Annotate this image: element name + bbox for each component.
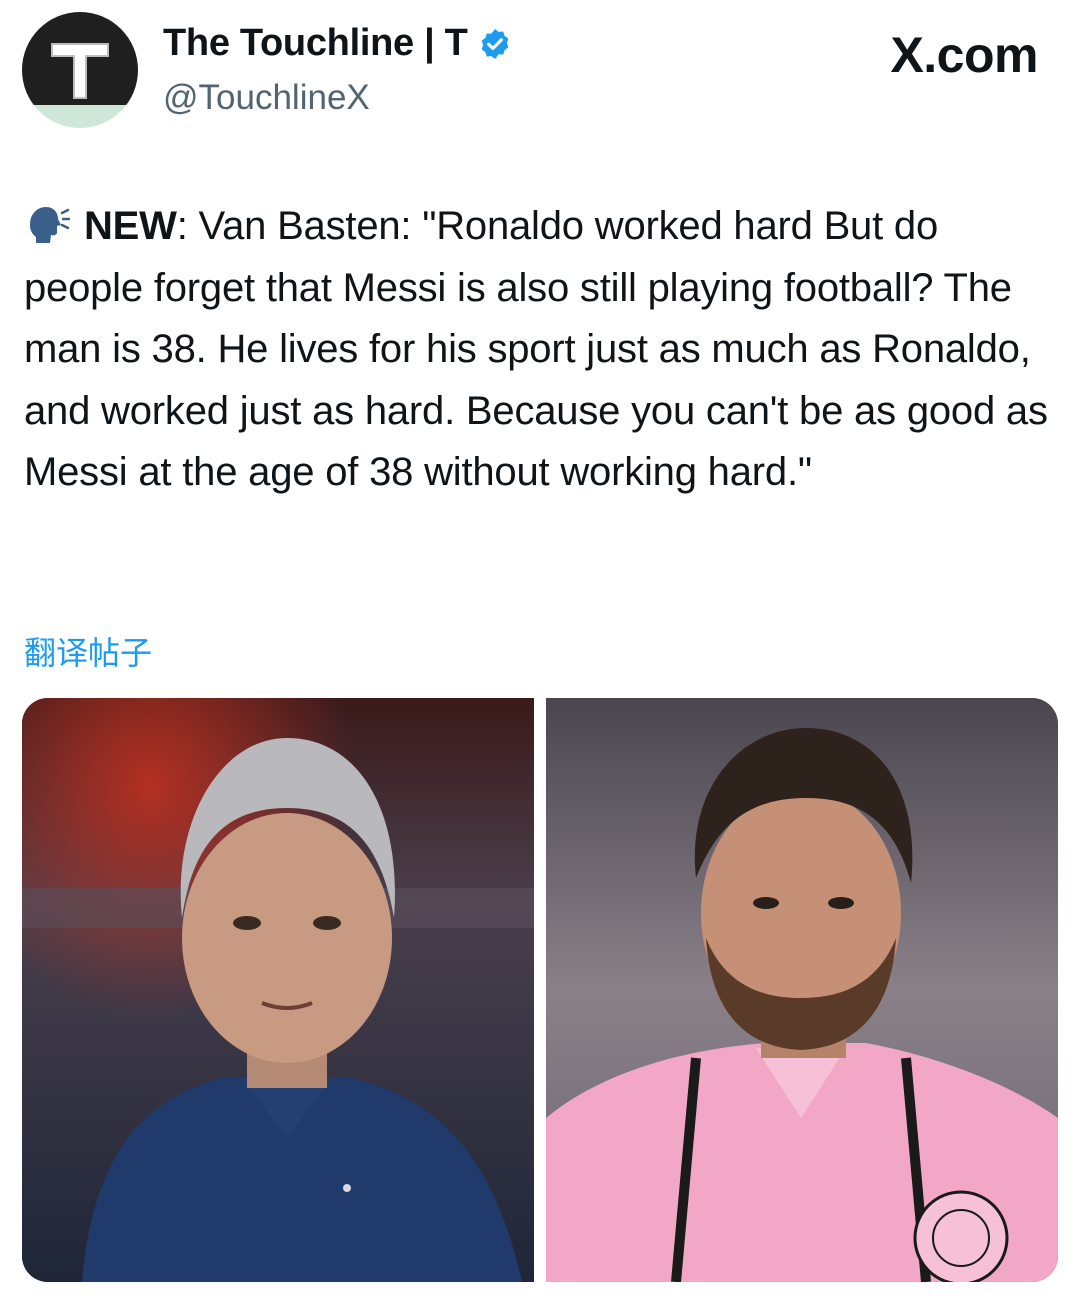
author-handle[interactable]: @TouchlineX <box>163 78 370 118</box>
touchline-logo-icon <box>51 43 109 99</box>
tweet-tag: NEW <box>84 204 177 248</box>
verified-badge-icon <box>481 28 508 59</box>
avatar[interactable] <box>22 12 138 128</box>
messi-image <box>546 698 1058 1282</box>
author-name-row[interactable]: The Touchline | T <box>163 22 512 65</box>
translate-post-link[interactable]: 翻译帖子 <box>24 628 152 674</box>
author-display-name[interactable]: The Touchline | T <box>163 22 468 65</box>
tweet-body: : Van Basten: "Ronaldo worked hard But d… <box>24 204 1048 494</box>
tweet-text: NEW: Van Basten: "Ronaldo worked hard Bu… <box>24 196 1064 504</box>
speaking-head-icon <box>30 207 70 243</box>
photo-van-basten[interactable] <box>22 698 534 1282</box>
media-grid <box>22 698 1058 1282</box>
photo-messi[interactable] <box>546 698 1058 1282</box>
van-basten-image <box>22 698 534 1282</box>
x-com-watermark: X.com <box>890 27 1038 83</box>
